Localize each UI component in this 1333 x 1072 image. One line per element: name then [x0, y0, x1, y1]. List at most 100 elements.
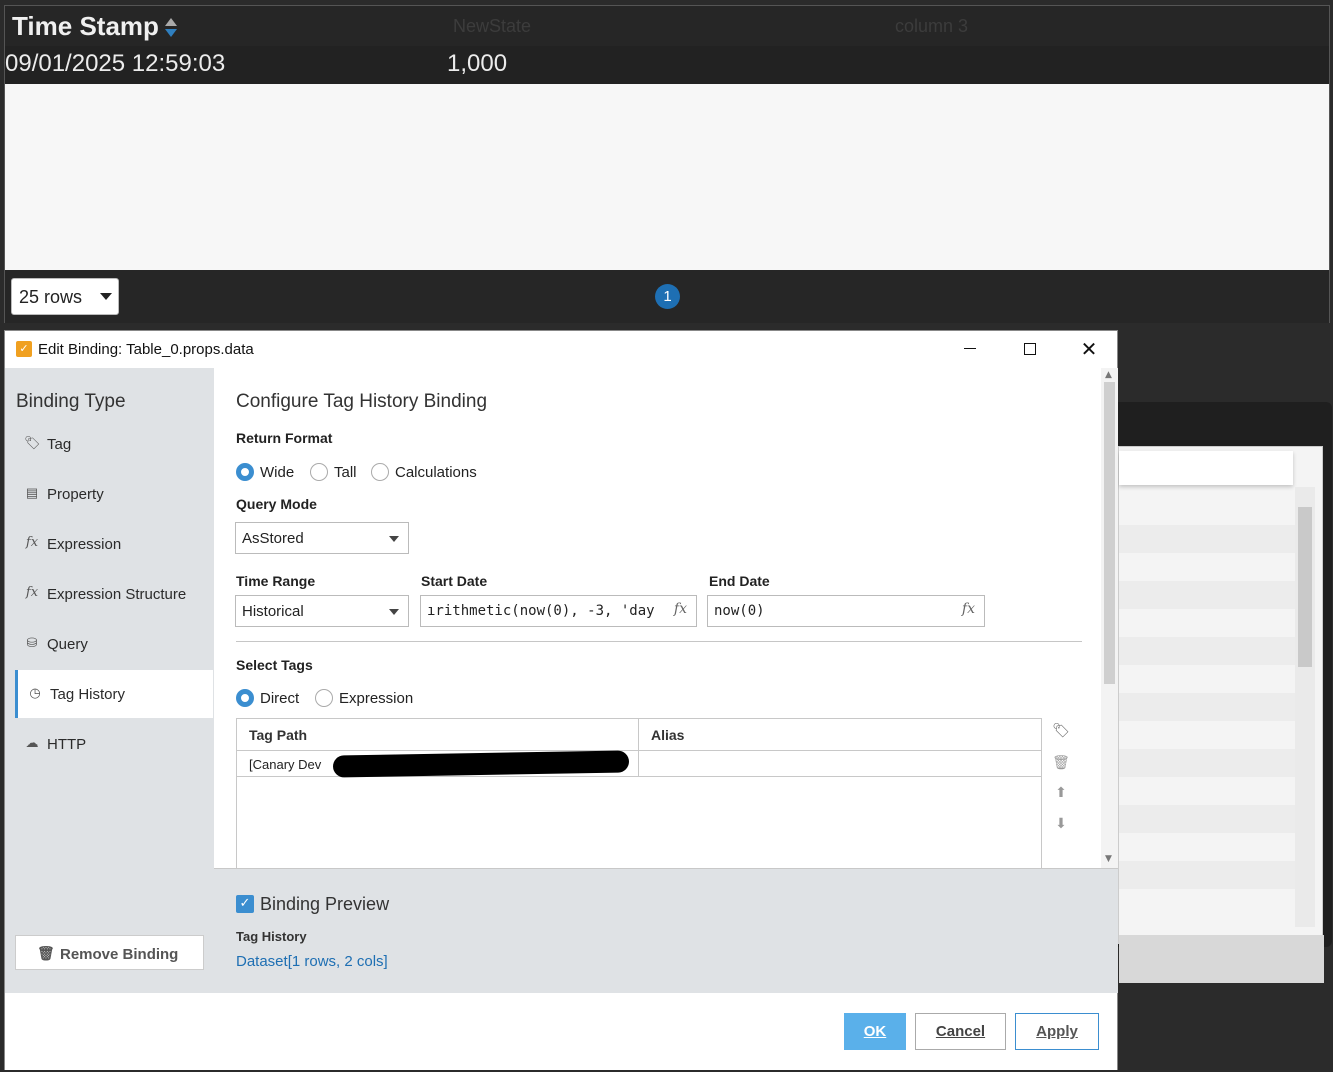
tags-table-header: Tag Path Alias — [237, 719, 1041, 751]
end-date-input[interactable]: now(0) fx — [707, 595, 985, 627]
fx-icon[interactable]: fx — [957, 601, 975, 617]
nav-item-expression-structure[interactable]: fx Expression Structure — [15, 570, 213, 618]
add-tag-icon[interactable]: 🏷 — [1052, 723, 1070, 739]
configure-scrollbar[interactable]: ▲ ▼ — [1101, 368, 1118, 868]
background-row — [1119, 693, 1295, 721]
caret-down-icon — [389, 609, 399, 615]
rows-per-page-select[interactable]: 25 rows — [11, 278, 119, 315]
table-row[interactable]: 09/01/2025 12:59:03 1,000 — [5, 46, 1329, 84]
scroll-down-icon[interactable]: ▼ — [1105, 854, 1112, 864]
radio-label: Tall — [334, 464, 357, 481]
table-row[interactable]: [Canary Dev — [237, 750, 1041, 778]
trash-icon[interactable]: 🗑 — [1052, 755, 1070, 771]
end-date-value: now(0) — [714, 603, 765, 619]
nav-item-http[interactable]: ☁ HTTP — [15, 720, 213, 768]
nav-item-query[interactable]: ⛁ Query — [15, 620, 213, 668]
table-component: Time Stamp NewState column 3 09/01/2025 … — [4, 5, 1330, 323]
tag-path-cell[interactable]: [Canary Dev — [249, 757, 321, 772]
tag-icon: 🏷 — [24, 435, 41, 450]
background-panel-header — [1119, 451, 1293, 485]
section-divider — [236, 641, 1082, 642]
scroll-up-icon[interactable]: ▲ — [1105, 370, 1112, 380]
apply-button[interactable]: Apply — [1015, 1013, 1099, 1050]
radio-dot — [236, 689, 254, 707]
remove-binding-button[interactable]: 🗑 Remove Binding — [15, 935, 204, 970]
alias-header[interactable]: Alias — [651, 727, 684, 743]
scroll-thumb[interactable] — [1298, 507, 1312, 667]
fx-icon: fx — [25, 585, 39, 600]
background-row — [1119, 861, 1295, 889]
column-header-newstate[interactable]: NewState — [453, 16, 531, 37]
fx-icon[interactable]: fx — [669, 601, 687, 617]
time-range-select[interactable]: Historical — [235, 595, 409, 627]
ok-button[interactable]: OK — [844, 1013, 906, 1050]
radio-dot — [371, 463, 389, 481]
dialog-footer: OK Cancel Apply — [5, 993, 1117, 1070]
nav-item-tag[interactable]: 🏷 Tag — [15, 420, 213, 468]
sort-icon[interactable] — [164, 17, 177, 39]
table-pager: 25 rows 1 — [5, 270, 1329, 323]
minimize-icon — [964, 348, 976, 349]
binding-preview: ✓ Binding Preview Tag History Dataset[1 … — [214, 868, 1118, 993]
tag-path-header[interactable]: Tag Path — [249, 727, 307, 743]
return-format-label: Return Format — [236, 430, 333, 446]
property-icon: ▤ — [25, 485, 39, 500]
app-icon: ✓ — [16, 341, 32, 357]
cloud-icon: ☁ — [25, 735, 39, 750]
radio-label: Direct — [260, 690, 300, 707]
nav-item-label: Property — [47, 486, 104, 503]
query-mode-select[interactable]: AsStored — [235, 522, 409, 554]
background-row — [1119, 581, 1295, 609]
nav-item-expression[interactable]: fx Expression — [15, 520, 213, 568]
column-header-column-3[interactable]: column 3 — [895, 16, 968, 37]
cancel-button[interactable]: Cancel — [915, 1013, 1006, 1050]
page-button-1[interactable]: 1 — [655, 284, 680, 309]
binding-preview-label: Binding Preview — [260, 894, 390, 914]
nav-item-label: Tag History — [50, 686, 126, 703]
nav-item-label: Expression — [47, 536, 122, 553]
background-row — [1119, 749, 1295, 777]
rows-per-page-label: 25 rows — [19, 287, 83, 307]
dialog-title: Edit Binding: Table_0.props.data — [38, 341, 254, 358]
preview-dataset-link[interactable]: Dataset[1 rows, 2 cols] — [236, 953, 388, 970]
cell-newstate: 1,000 — [447, 50, 508, 77]
start-date-input[interactable]: ırithmetic(now(0), -3, 'day fx — [420, 595, 697, 627]
background-panel — [1110, 402, 1332, 983]
binding-preview-checkbox[interactable]: ✓ — [236, 895, 254, 913]
close-button[interactable]: ✕ — [1066, 331, 1112, 368]
cell-time-stamp: 09/01/2025 12:59:03 — [5, 50, 226, 77]
background-panel-body — [1118, 446, 1324, 983]
select-tags-label: Select Tags — [236, 657, 313, 673]
maximize-button[interactable] — [1007, 331, 1053, 368]
arrow-down-icon[interactable]: ⬇ — [1052, 816, 1070, 832]
configure-panel: Configure Tag History Binding Return For… — [214, 368, 1101, 868]
binding-type-nav: Binding Type 🏷 Tag ▤ Property fx Expression… — [5, 368, 214, 993]
radio-label: Calculations — [395, 464, 477, 481]
nav-title: Binding Type — [16, 391, 126, 412]
nav-item-tag-history[interactable]: ◷ Tag History — [15, 670, 213, 718]
edit-binding-dialog: ✓ Edit Binding: Table_0.props.data ✕ Bin… — [4, 330, 1118, 1070]
remove-binding-label: Remove Binding — [60, 946, 179, 963]
column-header-time-stamp[interactable]: Time Stamp — [12, 11, 177, 42]
clock-icon: ◷ — [29, 685, 41, 700]
background-scrollbar[interactable] — [1295, 487, 1315, 927]
nav-item-property[interactable]: ▤ Property — [15, 470, 213, 518]
radio-dot — [315, 689, 333, 707]
redaction-mark — [332, 750, 630, 778]
table-header: Time Stamp NewState column 3 — [5, 6, 1329, 46]
nav-item-label: Expression Structure — [47, 586, 187, 603]
scroll-thumb[interactable] — [1104, 382, 1115, 684]
minimize-button[interactable] — [947, 331, 993, 368]
radio-label: Wide — [260, 464, 295, 481]
radio-dot — [236, 463, 254, 481]
background-panel-footer — [1119, 935, 1324, 983]
arrow-up-icon[interactable]: ⬆ — [1052, 785, 1070, 801]
preview-sub-label: Tag History — [236, 929, 307, 944]
trash-icon: 🗑 — [37, 945, 55, 961]
dialog-titlebar[interactable]: ✓ Edit Binding: Table_0.props.data ✕ — [5, 331, 1117, 368]
query-mode-value: AsStored — [242, 530, 304, 547]
background-row — [1119, 637, 1295, 665]
database-icon: ⛁ — [26, 635, 38, 650]
column-header-label: Time Stamp — [12, 11, 159, 41]
end-date-label: End Date — [709, 573, 770, 589]
